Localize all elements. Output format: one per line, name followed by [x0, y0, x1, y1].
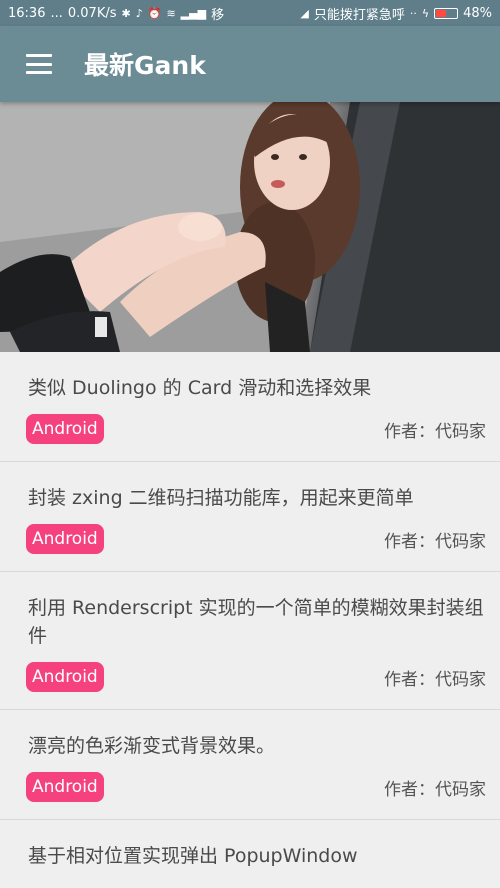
carrier-label: 移	[211, 7, 225, 23]
menu-icon[interactable]	[26, 54, 52, 74]
battery-icon	[434, 7, 459, 19]
status-dots: ...	[50, 5, 63, 21]
article-title: 封装 zxing 二维码扫描功能库，用起来更简单	[28, 487, 414, 509]
category-tag[interactable]: Android	[26, 772, 104, 802]
category-tag[interactable]: Android	[26, 662, 104, 692]
article-title: 利用 Renderscript 实现的一个简单的模糊效果封装组件	[28, 597, 484, 647]
signal-icon: ▂▄▆	[180, 6, 207, 20]
network-speed: 0.07K/s	[67, 5, 117, 21]
status-time: 16:36	[8, 5, 46, 21]
article-author: 作者：代码家	[384, 531, 486, 552]
article-list: 类似 Duolingo 的 Card 滑动和选择效果 Android 作者：代码…	[0, 352, 500, 888]
article-title: 基于相对位置实现弹出 PopupWindow	[28, 845, 358, 867]
battery-percent: 48%	[463, 5, 492, 21]
list-item[interactable]: 封装 zxing 二维码扫描功能库，用起来更简单 Android 作者：代码家	[0, 462, 500, 572]
list-item[interactable]: 漂亮的色彩渐变式背景效果。 Android 作者：代码家	[0, 710, 500, 820]
article-author: 作者：代码家	[384, 421, 486, 442]
hero-photo	[0, 102, 500, 352]
no-signal-icon: ◢	[300, 6, 309, 20]
article-title: 类似 Duolingo 的 Card 滑动和选择效果	[28, 377, 372, 399]
article-author: 作者：代码家	[384, 779, 486, 800]
status-bar: 16:36 ... 0.07K/s ✱ ♪ ⏰ ≋ ▂▄▆ 移 ◢ 只能拨打紧急…	[0, 0, 500, 26]
charging-icon: ϟ	[421, 6, 430, 20]
list-item[interactable]: 利用 Renderscript 实现的一个简单的模糊效果封装组件 Android…	[0, 572, 500, 710]
hero-image[interactable]	[0, 102, 500, 352]
bluetooth-icon: ✱	[121, 6, 131, 20]
category-tag[interactable]: Android	[26, 414, 104, 444]
page-title: 最新Gank	[84, 51, 206, 80]
article-author: 作者：代码家	[384, 669, 486, 690]
list-item[interactable]: 基于相对位置实现弹出 PopupWindow	[0, 820, 500, 888]
list-item[interactable]: 类似 Duolingo 的 Card 滑动和选择效果 Android 作者：代码…	[0, 352, 500, 462]
app-bar: 最新Gank	[0, 26, 500, 102]
article-title: 漂亮的色彩渐变式背景效果。	[28, 735, 276, 757]
more-icon: ··	[409, 6, 417, 20]
alarm-icon: ⏰	[147, 6, 162, 20]
status-notification: 只能拨打紧急呼	[313, 7, 405, 23]
mute-icon: ♪	[135, 6, 143, 20]
wifi-icon: ≋	[166, 6, 176, 20]
category-tag[interactable]: Android	[26, 524, 104, 554]
